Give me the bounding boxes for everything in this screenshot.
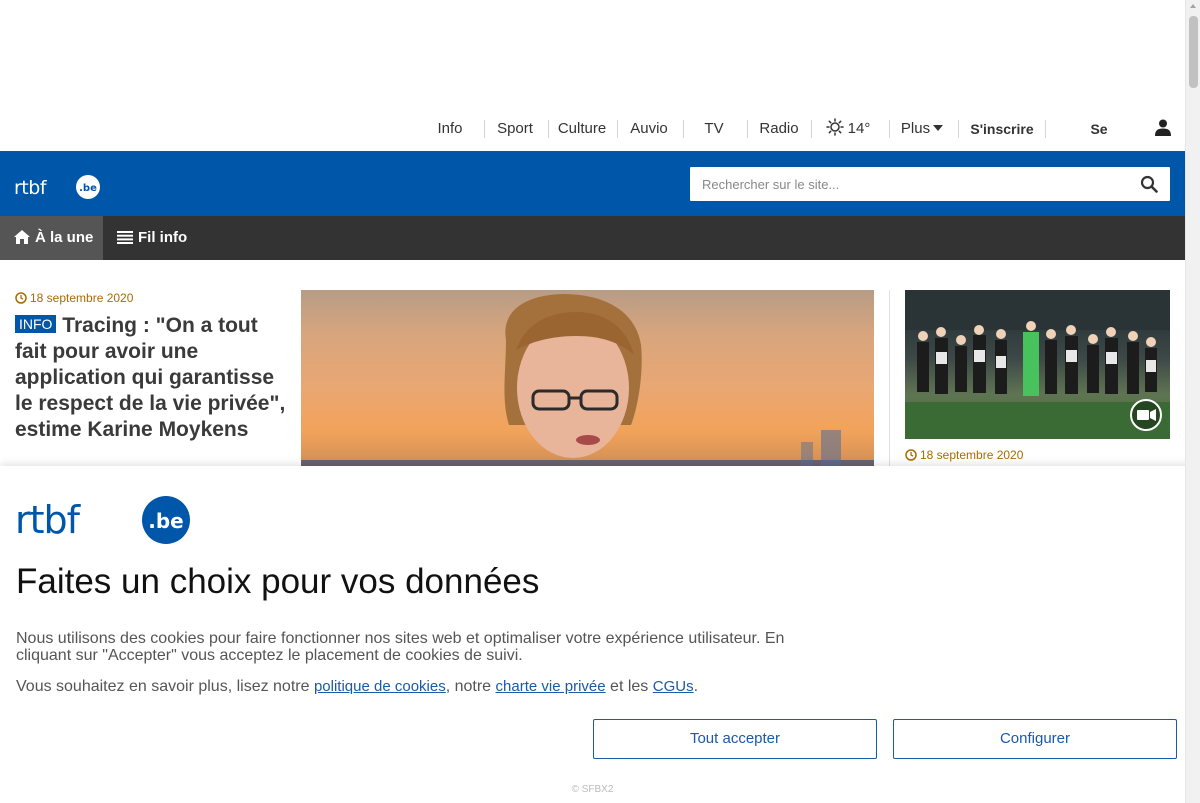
nav-info[interactable]: Info bbox=[430, 111, 470, 147]
logo-text: rtbf bbox=[15, 498, 82, 542]
nav-separator bbox=[958, 120, 959, 138]
rtbf-logo: rtbf .be bbox=[15, 496, 190, 544]
consent-links-sep: , notre bbox=[445, 678, 496, 695]
nav-separator bbox=[811, 120, 812, 138]
logo-suffix: .be bbox=[148, 509, 183, 533]
article-date: 18 septembre 2020 bbox=[905, 448, 1023, 462]
scroll-up-icon[interactable] bbox=[1190, 4, 1196, 8]
consent-description: Nous utilisons des cookies pour faire fo… bbox=[16, 630, 785, 664]
tab-home-label: À la une bbox=[35, 229, 94, 246]
category-badge: INFO bbox=[15, 315, 57, 333]
search-icon[interactable] bbox=[1140, 175, 1158, 193]
login-link[interactable]: Se connecter bbox=[1056, 111, 1142, 173]
clock-icon bbox=[905, 449, 917, 461]
chevron-down-icon bbox=[933, 125, 944, 131]
consent-links-text: Vous souhaitez en savoir plus, lisez not… bbox=[16, 678, 698, 696]
search-input[interactable] bbox=[690, 167, 1110, 201]
team-celebration-image bbox=[905, 290, 1170, 439]
consent-links-sep: et les bbox=[605, 678, 653, 695]
article-thumbnail-football[interactable] bbox=[905, 290, 1170, 439]
logo-suffix: .be bbox=[79, 183, 97, 194]
consent-links-end: . bbox=[693, 678, 699, 695]
configure-button[interactable]: Configurer bbox=[893, 719, 1177, 759]
consent-logo: rtbf .be bbox=[15, 496, 193, 550]
sun-icon bbox=[825, 118, 844, 136]
tab-feed-label: Fil info bbox=[138, 229, 188, 246]
consent-credit: © SFBX2 bbox=[571, 784, 614, 795]
home-icon bbox=[14, 230, 30, 244]
article-date-text: 18 septembre 2020 bbox=[920, 448, 1024, 462]
nav-separator bbox=[548, 120, 549, 138]
article-headline[interactable]: INFO Tracing : "On a tout fait pour avoi… bbox=[15, 313, 290, 443]
nav-radio[interactable]: Radio bbox=[755, 111, 803, 147]
section-navigation: À la une Fil info bbox=[0, 216, 1185, 260]
nav-plus-dropdown[interactable]: Plus bbox=[898, 111, 946, 147]
nav-culture[interactable]: Culture bbox=[554, 111, 610, 147]
cookie-policy-link[interactable]: politique de cookies bbox=[314, 678, 446, 695]
site-header: rtbf .be bbox=[0, 151, 1185, 216]
article-date-text: 18 septembre 2020 bbox=[30, 291, 134, 305]
nav-separator bbox=[747, 120, 748, 138]
scrollbar-thumb[interactable] bbox=[1189, 16, 1198, 88]
article-main[interactable]: 18 septembre 2020 INFO Tracing : "On a t… bbox=[15, 291, 290, 443]
nav-separator bbox=[683, 120, 684, 138]
nav-separator bbox=[1045, 120, 1046, 138]
nav-plus-label: Plus bbox=[900, 120, 931, 137]
woman-portrait-image bbox=[301, 294, 874, 466]
weather-temperature: 14° bbox=[847, 120, 871, 137]
page-scrollbar[interactable] bbox=[1185, 0, 1200, 803]
privacy-charter-link[interactable]: charte vie privée bbox=[496, 678, 606, 695]
rtbf-logo: rtbf .be bbox=[14, 175, 100, 199]
nav-separator bbox=[889, 120, 890, 138]
terms-link[interactable]: CGUs bbox=[653, 678, 694, 695]
list-icon bbox=[117, 231, 133, 244]
nav-auvio[interactable]: Auvio bbox=[624, 111, 674, 147]
consent-links-prefix: Vous souhaitez en savoir plus, lisez not… bbox=[16, 678, 314, 695]
video-camera-icon bbox=[1137, 410, 1149, 420]
nav-weather[interactable]: 14° bbox=[820, 111, 876, 147]
cookie-consent-banner: rtbf .be Faites un choix pour vos donnée… bbox=[0, 466, 1200, 803]
article-title-text: Tracing : "On a tout fait pour avoir une… bbox=[15, 314, 286, 441]
nav-separator bbox=[617, 120, 618, 138]
site-logo[interactable]: rtbf .be bbox=[14, 175, 102, 205]
column-divider bbox=[889, 290, 890, 466]
top-navigation: Info Sport Culture Auvio TV Radio 14° Pl bbox=[0, 111, 1185, 173]
tab-home[interactable]: À la une bbox=[0, 216, 103, 260]
signup-link[interactable]: S'inscrire bbox=[968, 111, 1036, 147]
article-date: 18 septembre 2020 bbox=[15, 291, 290, 305]
nav-tv[interactable]: TV bbox=[700, 111, 728, 147]
page: Info Sport Culture Auvio TV Radio 14° Pl bbox=[0, 0, 1200, 803]
nav-separator bbox=[484, 120, 485, 138]
article-hero-image[interactable] bbox=[301, 290, 874, 466]
accept-all-button[interactable]: Tout accepter bbox=[593, 719, 877, 759]
logo-text: rtbf bbox=[14, 177, 48, 199]
clock-icon bbox=[15, 292, 27, 304]
consent-title: Faites un choix pour vos données bbox=[16, 562, 540, 601]
user-icon[interactable] bbox=[1153, 111, 1173, 147]
search-box bbox=[690, 167, 1170, 201]
tab-feed[interactable]: Fil info bbox=[103, 216, 203, 260]
nav-sport[interactable]: Sport bbox=[492, 111, 538, 147]
